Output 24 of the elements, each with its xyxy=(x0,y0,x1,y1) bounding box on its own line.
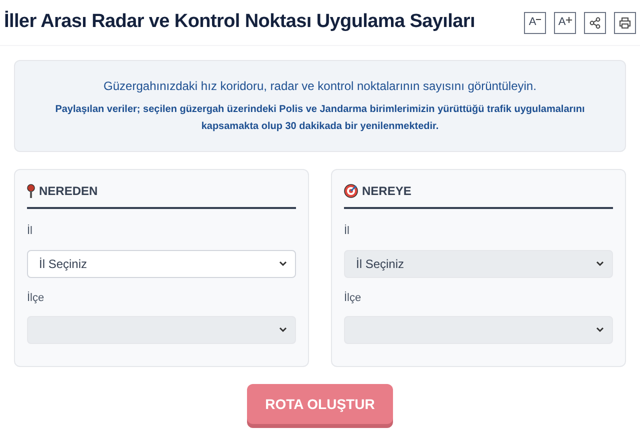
plus-icon xyxy=(566,16,572,22)
chevron-down-icon xyxy=(596,327,604,333)
page-title: İller Arası Radar ve Kontrol Noktası Uygulama Sayıları xyxy=(4,10,475,34)
pin-icon xyxy=(27,184,35,198)
target-icon xyxy=(344,184,358,198)
increase-font-button[interactable]: A xyxy=(554,12,576,34)
field-label: İlçe xyxy=(344,290,362,306)
share-icon xyxy=(589,16,601,28)
field-label: İl xyxy=(27,224,32,239)
section-heading: NEREDEN xyxy=(39,183,98,200)
field-label: İlçe xyxy=(27,290,44,306)
print-button[interactable] xyxy=(614,12,636,34)
share-button[interactable] xyxy=(584,12,606,34)
info-text: Güzergahınızdaki hız koridoru, radar ve kontrol noktalarının sayısını görüntüleyin. xyxy=(104,78,536,95)
field-label: İl xyxy=(344,224,350,239)
dropdown[interactable]: İl Seçiniz xyxy=(27,250,296,278)
info-note: Paylaşılan veriler; seçilen güzergah üzerindeki Polis ve Jandarma birimlerimizin yürüttüğü trafik uygulamalarını kapsamakta olup 30 dakikada bir yenilenmektedir. xyxy=(54,103,586,134)
chevron-down-icon xyxy=(279,260,287,266)
decrease-font-button[interactable]: A xyxy=(524,12,546,34)
print-icon xyxy=(619,16,631,28)
chevron-down-icon xyxy=(279,327,287,333)
minus-icon xyxy=(536,18,542,20)
chevron-down-icon xyxy=(596,260,604,266)
section-heading: NEREYE xyxy=(362,183,412,200)
